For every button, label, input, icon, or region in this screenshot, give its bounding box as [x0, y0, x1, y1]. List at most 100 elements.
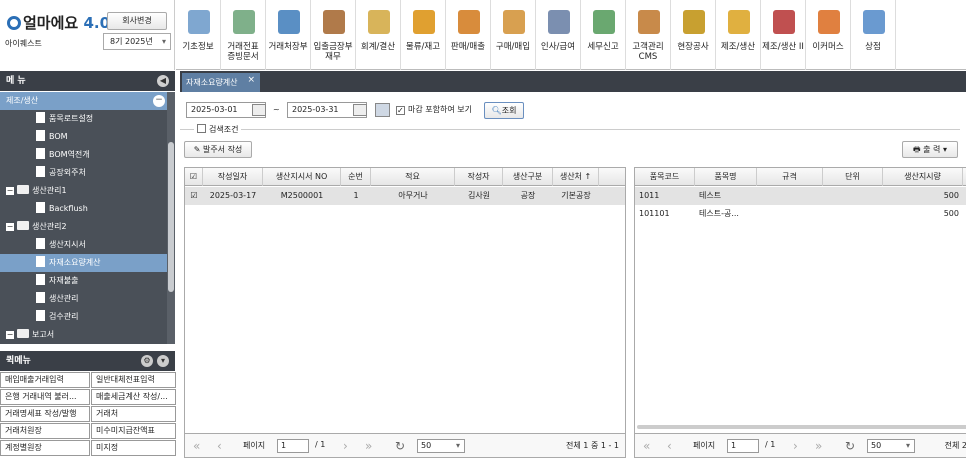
column-header[interactable]: 품목명 — [695, 168, 757, 186]
toolbar-item[interactable]: 제조/생산 II — [761, 0, 806, 70]
quickmenu-item[interactable]: 미지정 — [91, 440, 176, 456]
quickmenu-item[interactable]: 매출세금계산 작성/... — [91, 389, 176, 405]
column-header[interactable]: 생산지시서 NO — [263, 168, 341, 186]
toolbar-item[interactable]: 제조/생산 — [716, 0, 761, 70]
sidebar-item[interactable]: 생산관리 — [0, 290, 167, 308]
table-row[interactable]: ☑ 2025-03-17 M2500001 1 아무거나 김사원 공장 기본공장 — [185, 187, 625, 205]
quickmenu-item[interactable]: 미수미지급잔액표 — [91, 423, 176, 439]
collapse-circle-icon[interactable]: − — [153, 95, 165, 107]
grid-pager: « ‹ 페이지 1 / 1 › » ↻ 50 ▾ 전체 2 — [635, 433, 966, 457]
sidebar-item[interactable]: BOM — [0, 128, 167, 146]
app-logo: 얼마에요 4.0 — [7, 12, 110, 33]
sidebar-item[interactable]: 제조/생산 − — [0, 92, 167, 110]
sidebar-item[interactable]: 자재소요량계산 — [0, 254, 167, 272]
column-header[interactable]: 순번 — [341, 168, 371, 186]
search-button[interactable]: 🔍︎조회 — [484, 102, 524, 119]
row-checkbox[interactable]: ☑ — [185, 187, 203, 205]
quickmenu-item[interactable]: 거래명세표 작성/발행 — [0, 406, 90, 422]
toolbar-item[interactable]: 거래처장부 — [266, 0, 311, 70]
page-size-select[interactable]: 50 ▾ — [417, 439, 465, 453]
collapse-icon[interactable]: − — [6, 187, 14, 195]
sidebar-item[interactable]: 공장외주처 — [0, 164, 167, 182]
company-change-button[interactable]: 회사변경 — [107, 12, 167, 30]
calendar-icon[interactable] — [252, 104, 266, 116]
include-closed-checkbox[interactable]: ✓ 마감 포함하여 보기 — [396, 104, 472, 115]
sidebar-item[interactable]: 검수관리 — [0, 308, 167, 326]
select-all-checkbox[interactable]: ☑ — [185, 168, 203, 186]
sidebar-item[interactable]: 자재불출 — [0, 272, 167, 290]
refresh-icon[interactable]: ↻ — [395, 439, 405, 453]
column-header[interactable]: 작성자 — [455, 168, 503, 186]
column-header[interactable]: 단위 — [823, 168, 883, 186]
calendar-view-icon[interactable] — [375, 103, 390, 117]
column-header[interactable]: 생산구분 — [503, 168, 553, 186]
page-number-input[interactable]: 1 — [277, 439, 309, 453]
page-size-select[interactable]: 50 ▾ — [867, 439, 915, 453]
sidebar-item[interactable]: − 보고서 — [0, 326, 167, 344]
last-page-icon[interactable]: » — [815, 439, 822, 453]
table-row[interactable]: 1011 테스트 500 — [635, 187, 966, 205]
print-button[interactable]: 🖶︎ 출 력 ▾ — [902, 141, 958, 158]
first-page-icon[interactable]: « — [643, 439, 650, 453]
sidebar-scroll-thumb[interactable] — [168, 142, 174, 292]
tab-material-requirement[interactable]: 자재소요량계산 × — [182, 73, 260, 92]
refresh-icon[interactable]: ↻ — [845, 439, 855, 453]
quickmenu-item[interactable]: 계정별원장 — [0, 440, 90, 456]
toolbar-item[interactable]: 세무신고 — [581, 0, 626, 70]
toolbar-item[interactable]: 현장공사 — [671, 0, 716, 70]
close-icon[interactable]: × — [247, 71, 255, 90]
quickmenu-item[interactable]: 은행 거래내역 불러... — [0, 389, 90, 405]
gear-icon[interactable]: ⚙ — [141, 355, 153, 367]
table-row[interactable]: 101101 테스트-공... 500 — [635, 205, 966, 223]
toolbar-item[interactable]: 기초정보 — [176, 0, 221, 70]
fiscal-year-select[interactable]: 8기 2025년 ▾ — [103, 33, 171, 50]
collapse-icon[interactable]: − — [6, 331, 14, 339]
toolbar-item[interactable]: 상점 — [851, 0, 896, 70]
sidebar-item[interactable]: 품목로트설정 — [0, 110, 167, 128]
sidebar-item[interactable]: BOM역전개 — [0, 146, 167, 164]
collapse-icon[interactable]: − — [6, 223, 14, 231]
toolbar-item[interactable]: 이커머스 — [806, 0, 851, 70]
toolbar-item[interactable]: 거래전표 증빙문서 — [221, 0, 266, 70]
chevron-down-icon[interactable]: ▾ — [157, 355, 169, 367]
order-create-button[interactable]: ✎ 발주서 작성 — [184, 141, 252, 158]
quickmenu-item[interactable]: 매입매출거래입력 — [0, 372, 90, 388]
column-header[interactable]: 적요 — [371, 168, 455, 186]
page-number-input[interactable]: 1 — [727, 439, 759, 453]
first-page-icon[interactable]: « — [193, 439, 200, 453]
toolbar-item[interactable]: 회계/결산 — [356, 0, 401, 70]
collapse-left-icon[interactable]: ◀ — [157, 75, 169, 87]
column-header[interactable]: 작성일자 — [203, 168, 263, 186]
toolbar-item[interactable]: 구매/매입 — [491, 0, 536, 70]
calendar-icon[interactable] — [353, 104, 367, 116]
toolbar-item[interactable]: 고객관리 CMS — [626, 0, 671, 70]
sidebar-item-label: 생산관리 — [49, 294, 79, 303]
column-header[interactable]: 품목코드 — [635, 168, 695, 186]
accounting-icon — [368, 10, 390, 34]
last-page-icon[interactable]: » — [365, 439, 372, 453]
checkbox-icon[interactable] — [197, 124, 206, 133]
prev-page-icon[interactable]: ‹ — [217, 439, 222, 453]
toolbar-item[interactable]: 입출금장부 재무 — [311, 0, 356, 70]
checkbox-checked-icon[interactable]: ✓ — [396, 106, 405, 115]
logo-text: 얼마에요 — [23, 14, 79, 32]
next-page-icon[interactable]: › — [343, 439, 348, 453]
column-header[interactable]: 생산처 ↑ — [553, 168, 599, 186]
sidebar-item[interactable]: − 생산관리2 — [0, 218, 167, 236]
sidebar-item[interactable]: − 생산관리1 — [0, 182, 167, 200]
sidebar-item[interactable]: Backflush — [0, 200, 167, 218]
sidebar-item[interactable]: 생산지시서 — [0, 236, 167, 254]
quickmenu-item[interactable]: 일반대체전표입력 — [91, 372, 176, 388]
quickmenu-item[interactable]: 거래처 — [91, 406, 176, 422]
column-header[interactable]: 규격 — [757, 168, 823, 186]
toolbar-item[interactable]: 물류/재고 — [401, 0, 446, 70]
column-header[interactable]: 생산지시량 — [883, 168, 963, 186]
toolbar-item[interactable]: 판매/매출 — [446, 0, 491, 70]
document-icon — [36, 274, 45, 285]
quickmenu-item[interactable]: 거래처원장 — [0, 423, 90, 439]
toolbar-item[interactable]: 인사/급여 — [536, 0, 581, 70]
next-page-icon[interactable]: › — [793, 439, 798, 453]
horizontal-scrollbar[interactable] — [637, 425, 966, 429]
search-conditions-toggle[interactable]: 검색조건 — [194, 124, 242, 135]
prev-page-icon[interactable]: ‹ — [667, 439, 672, 453]
